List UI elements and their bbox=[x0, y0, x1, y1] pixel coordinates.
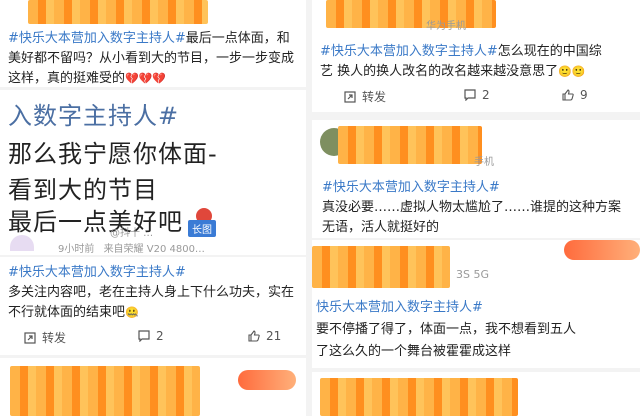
redacted-username bbox=[28, 0, 208, 24]
comment-count: 2 bbox=[156, 329, 164, 343]
like-count: 9 bbox=[580, 88, 588, 102]
post-text-line-3: 不行就体面的结束吧🤐 bbox=[8, 305, 139, 320]
comment-icon bbox=[464, 89, 476, 101]
post-text-line-3: 这样，真的挺难受的💔💔💔 bbox=[8, 71, 167, 86]
promo-badge bbox=[564, 240, 640, 260]
left-next-post-partial bbox=[0, 358, 306, 416]
redacted-username bbox=[10, 366, 200, 416]
device-label: 华为手机 bbox=[426, 21, 466, 32]
right-post-bottom: 3S 5G 快乐大本营加入数字主持人# 要不停播了得了，体面一点，我不想看到五人… bbox=[312, 240, 640, 368]
hashtag-link[interactable]: 快乐大本营加入数字主持人# bbox=[316, 296, 483, 315]
avatar[interactable] bbox=[10, 235, 34, 251]
post-meta: 9小时前 来自荣耀 V20 4800… bbox=[58, 240, 205, 255]
post-text-line-3: 无语，活人就挺好的 bbox=[322, 220, 440, 235]
repost-icon bbox=[24, 331, 36, 344]
left-post-top: #快乐大本营加入数字主持人#最后一点体面，和 美好都不留吗？从小看到大的节目，一… bbox=[0, 0, 306, 87]
post-text-line-2: 真没必要……虚拟人物太尴尬了……谁提的这种方案 bbox=[322, 200, 622, 215]
like-count: 21 bbox=[266, 329, 282, 343]
comment-icon bbox=[138, 330, 150, 342]
like-button[interactable]: 9 bbox=[562, 88, 588, 102]
redacted-username bbox=[312, 246, 450, 288]
watermark-text: @抖十 … bbox=[110, 228, 154, 239]
emoji: 🤐 bbox=[125, 306, 139, 319]
comment-button[interactable]: 2 bbox=[464, 88, 490, 102]
device-label: 手机 bbox=[474, 157, 494, 168]
emoji: 🙂🙂 bbox=[558, 65, 586, 78]
image-text-line-2: 那么我宁愿你体面- bbox=[8, 140, 218, 168]
broken-heart-emoji: 💔💔💔 bbox=[125, 72, 167, 85]
image-text-line-3: 看到大的节目 bbox=[8, 176, 158, 204]
promo-badge bbox=[238, 370, 296, 390]
thumbs-up-icon bbox=[562, 89, 574, 101]
image-text-line-1: 入数字主持人# bbox=[8, 102, 180, 130]
redacted-username bbox=[326, 0, 496, 28]
right-post-top: 华为手机 #快乐大本营加入数字主持人#怎么现在的中国综 艺 换人的换人改名的改名… bbox=[312, 0, 640, 112]
repost-button[interactable]: 转发 bbox=[344, 88, 386, 105]
post-text-line-1: #快乐大本营加入数字主持人#怎么现在的中国综 bbox=[320, 44, 602, 59]
post-text-line-2: 艺 换人的换人改名的改名越来越没意思了🙂🙂 bbox=[320, 64, 586, 79]
post-source: 来自荣耀 V20 4800… bbox=[103, 244, 205, 255]
hashtag-link[interactable]: #快乐大本营加入数字主持人# bbox=[8, 261, 186, 280]
post-text-line-3: 了这么久的一个舞台被霍霍成这样 bbox=[316, 344, 512, 359]
repost-label: 转发 bbox=[42, 331, 67, 345]
right-post-mid: 手机 #快乐大本营加入数字主持人# 真没必要……虚拟人物太尴尬了……谁提的这种方… bbox=[312, 120, 640, 238]
hashtag-link[interactable]: #快乐大本营加入数字主持人# bbox=[8, 31, 186, 46]
comment-button[interactable]: 2 bbox=[138, 329, 164, 343]
thumbs-up-icon bbox=[248, 330, 260, 342]
hashtag-link[interactable]: #快乐大本营加入数字主持人# bbox=[322, 176, 500, 195]
device-label: 3S 5G bbox=[456, 268, 489, 281]
hashtag-link[interactable]: #快乐大本营加入数字主持人# bbox=[320, 44, 498, 59]
post-text-line-1: #快乐大本营加入数字主持人#最后一点体面，和 bbox=[8, 31, 290, 46]
repost-label: 转发 bbox=[362, 90, 387, 104]
post-time: 9小时前 bbox=[58, 244, 95, 255]
post-text-line-2: 美好都不留吗？从小看到大的节目，一步一步变成 bbox=[8, 51, 295, 66]
long-image-badge[interactable]: 长图 bbox=[188, 220, 216, 237]
comment-count: 2 bbox=[482, 88, 490, 102]
like-button[interactable]: 21 bbox=[248, 329, 281, 343]
redacted-username bbox=[320, 378, 518, 416]
redacted-username bbox=[338, 126, 482, 164]
repost-icon bbox=[344, 90, 356, 103]
left-post-bottom: #快乐大本营加入数字主持人# 多关注内容吧，老在主持人身上下什么功夫，实在 不行… bbox=[0, 257, 306, 355]
post-text-line-2: 多关注内容吧，老在主持人身上下什么功夫，实在 bbox=[8, 285, 295, 300]
post-text-line-2: 要不停播了得了，体面一点，我不想看到五人 bbox=[316, 322, 577, 337]
image-text-line-4: 最后一点美好吧 bbox=[8, 208, 183, 236]
left-image-post[interactable]: 入数字主持人# 那么我宁愿你体面- 看到大的节目 最后一点美好吧 长图 @抖十 … bbox=[0, 90, 306, 255]
repost-button[interactable]: 转发 bbox=[24, 329, 66, 346]
right-next-post-partial bbox=[312, 372, 640, 416]
